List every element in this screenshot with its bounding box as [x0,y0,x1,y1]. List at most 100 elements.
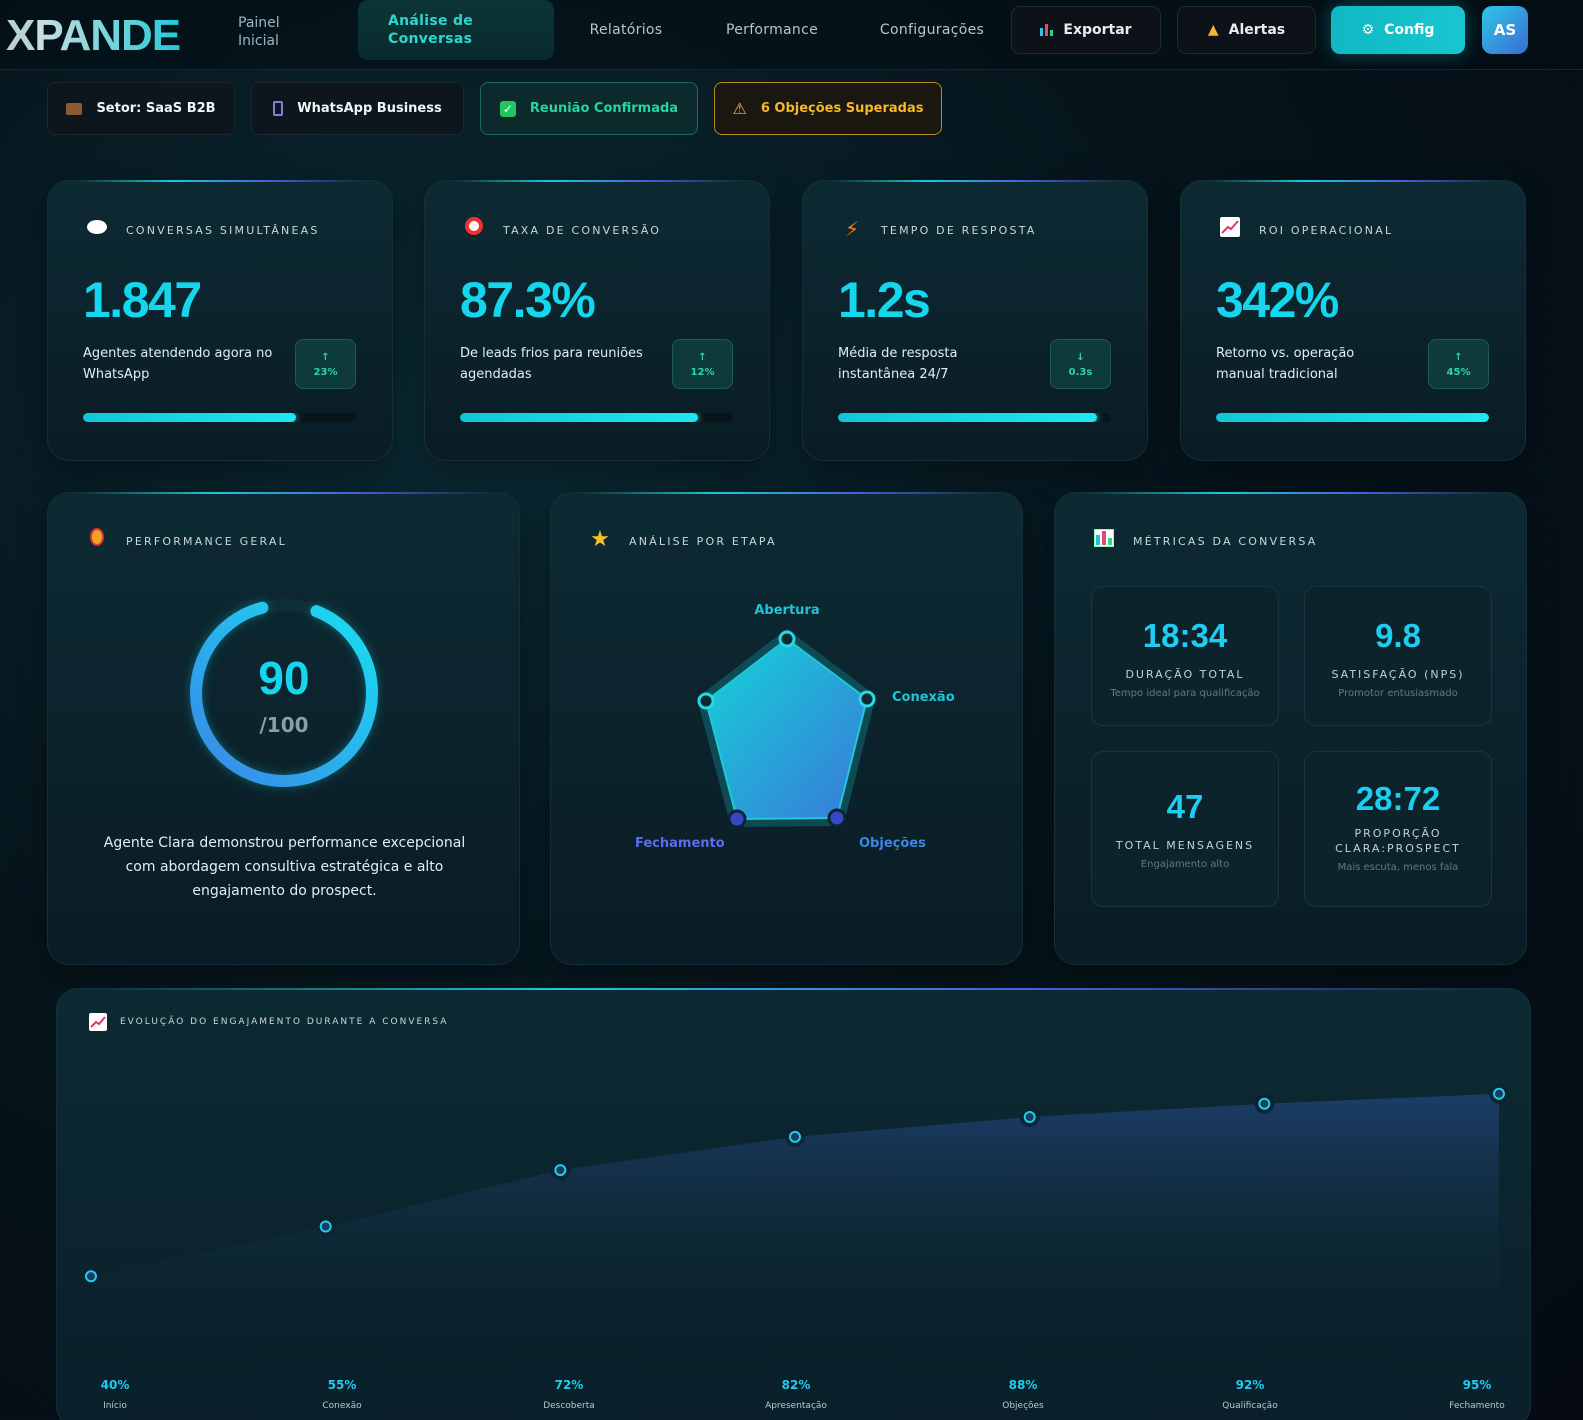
kpi-trend-badge: ↑ 23% [295,339,356,389]
kpi-card: CONVERSAS SIMULTÂNEAS 1.847 Agentes atende… [47,180,393,461]
engagement-point [1023,1111,1036,1123]
trend-arrow-icon: ↑ [1454,352,1463,363]
nav-tab-relatorios[interactable]: Relatórios [574,0,678,60]
bolt-icon: ⚡ [844,217,860,241]
metrics-title: MÉTRICAS DA CONVERSA [1133,535,1318,548]
logo-subtitle: Painel Inicial [238,15,280,49]
kpi-trend-badge: ↑ 12% [672,339,733,389]
engagement-area [91,1093,1499,1289]
export-button[interactable]: Exportar [1011,6,1161,54]
bar-chart-icon [1040,24,1054,36]
alerts-button[interactable]: ▲ Alertas [1177,6,1316,54]
metric-sub: Mais escuta, menos fala [1337,862,1459,873]
kpi-value: 1.847 [83,272,202,328]
chip-meeting[interactable]: ✓ Reunião Confirmada [480,82,698,135]
chat-icon [84,217,110,241]
kpi-delta: 0.3s [1068,367,1093,378]
bell-icon: ▲ [1207,22,1219,38]
kpi-card: ⚡ TEMPO DE RESPOSTA 1.2s Média de resposta … [802,180,1148,461]
chip-objections[interactable]: ⚠ 6 Objeções Superadas [714,82,942,135]
logo[interactable]: XPANDE [6,12,181,60]
chip-channel[interactable]: WhatsApp Business [251,82,464,135]
performance-description: Agente Clara demonstrou performance exce… [103,835,466,899]
stage-label-conexao: Conexão [892,690,955,705]
stages-radar [696,628,877,829]
kpi-progress-fill [1216,413,1489,422]
engagement-category-label: Apresentação [765,1401,827,1411]
engagement-point [85,1270,97,1283]
kpi-title: TAXA DE CONVERSÃO [503,224,662,237]
kpi-title: CONVERSAS SIMULTÂNEAS [126,224,320,237]
metric-label: DURAÇÃO TOTAL [1125,668,1245,681]
engagement-category-label: Qualificação [1222,1401,1278,1411]
chip-sector[interactable]: Setor: SaaS B2B [47,82,235,135]
kpi-trend-badge: ↓ 0.3s [1050,339,1111,389]
metric-value: 18:34 [1142,617,1228,654]
export-label: Exportar [1063,22,1132,38]
kpi-description: De leads frios para reuniões agendadas [460,346,643,382]
nav-tab-analise[interactable]: Análise de Conversas [358,0,554,60]
metric-duration: 18:34 DURAÇÃO TOTAL Tempo ideal para qua… [1091,586,1279,726]
engagement-value-label: 40% [100,1378,130,1392]
engagement-value-label: 82% [781,1378,811,1392]
engagement-category-label: Fechamento [1449,1401,1505,1411]
kpi-trend-badge: ↑ 45% [1428,339,1489,389]
kpi-title: ROI OPERACIONAL [1259,224,1394,237]
stage-label-fechamento: Fechamento [635,836,725,851]
user-avatar[interactable]: AS [1482,6,1528,54]
kpi-card: TAXA DE CONVERSÃO 87.3% De leads frios par… [424,180,770,461]
kpi-progress-fill [838,413,1098,422]
kpi-card: ROI OPERACIONAL 342% Retorno vs. operação … [1180,180,1526,461]
radar-shape [704,637,869,821]
performance-max: /100 [259,713,309,737]
kpi-progress-bar [83,413,356,422]
kpi-progress-fill [83,413,296,422]
engagement-value-label: 88% [1008,1378,1038,1392]
radar-point [727,809,747,829]
metric-sub: Promotor entusiasmado [1338,688,1458,699]
engagement-value-label: 72% [554,1378,584,1392]
kpi-progress-fill [460,413,699,422]
metric-value: 9.8 [1375,617,1421,654]
kpi-delta: 23% [313,367,338,378]
performance-score: 90 [258,652,310,704]
chart-up-icon [1217,217,1243,241]
stage-label-objecoes: Objeções [859,836,926,851]
stage-label-abertura: Abertura [754,603,820,618]
radar-point [697,692,715,710]
kpi-progress-bar [460,413,733,422]
engagement-value-label: 95% [1462,1378,1492,1392]
kpi-value: 1.2s [838,272,931,328]
engagement-value-label: 92% [1235,1378,1265,1392]
bar-chart-icon [1091,528,1117,552]
engagement-value-label: 55% [327,1378,357,1392]
kpi-description: Retorno vs. operação manual tradicional [1216,346,1355,382]
engagement-point [1493,1087,1505,1100]
nav-tab-configuracoes[interactable]: Configurações [866,0,998,60]
nav-tab-performance[interactable]: Performance [714,0,830,60]
engagement-category-label: Início [103,1401,127,1411]
stages-card: ★ ANÁLISE POR ETAPA Abertura Conexão Obj… [550,492,1023,965]
metric-value: 47 [1166,788,1204,825]
engagement-point [1258,1097,1271,1110]
metric-label: PROPORÇÃO CLARA:PROSPECT [1335,827,1461,855]
kpi-progress-bar [1216,413,1489,422]
kpi-value: 87.3% [460,272,596,328]
engagement-point [319,1220,332,1233]
performance-card: PERFORMANCE GERAL 90 /100 Agente Clara d… [47,492,520,965]
metric-label: SATISFAÇÃO (NPS) [1331,668,1465,681]
phone-icon [273,101,284,116]
kpi-title: TEMPO DE RESPOSTA [881,224,1037,237]
kpi-description: Média de resposta instantânea 24/7 [838,346,958,382]
engagement-category-label: Objeções [1002,1401,1044,1411]
alerts-label: Alertas [1228,22,1286,38]
metric-sub: Engajamento alto [1140,859,1230,870]
config-button[interactable]: ⚙ Config [1331,6,1465,54]
kpi-progress-bar [838,413,1111,422]
metric-value: 28:72 [1355,780,1441,817]
engagement-card: EVOLUÇÃO DO ENGAJAMENTO DURANTE A CONVER… [56,988,1531,1420]
engagement-point [789,1130,801,1143]
metric-messages: 47 TOTAL MENSAGENS Engajamento alto [1091,751,1279,907]
metrics-card: MÉTRICAS DA CONVERSA 18:34 DURAÇÃO TOTAL… [1054,492,1527,965]
metric-nps: 9.8 SATISFAÇÃO (NPS) Promotor entusiasma… [1304,586,1492,726]
